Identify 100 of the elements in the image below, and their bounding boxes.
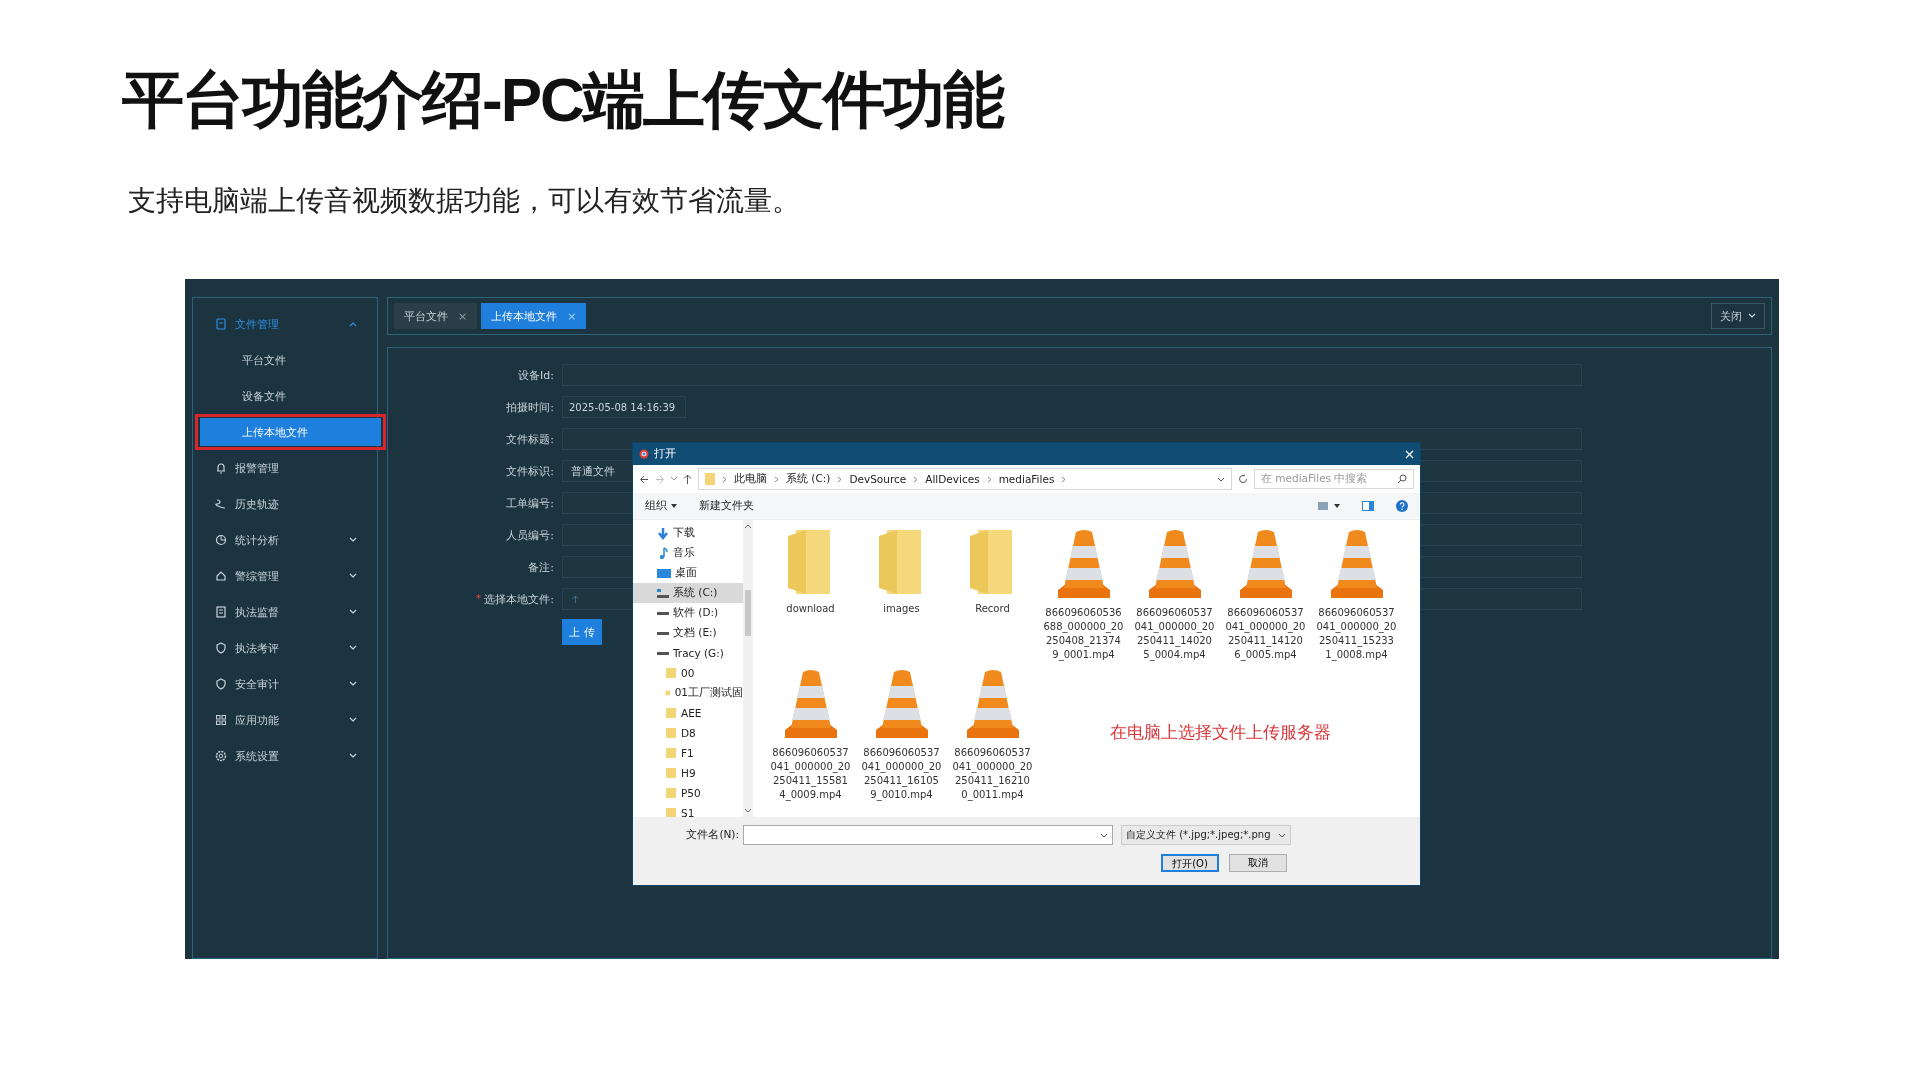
upload-icon	[571, 594, 580, 604]
file-item[interactable]: 866096060537041_000000_20250411_152331_0008.mp4	[1311, 522, 1402, 662]
sidebar-item[interactable]: 统计分析	[193, 522, 377, 558]
field-label: 工单编号:	[506, 495, 554, 511]
tab[interactable]: 平台文件 ×	[394, 303, 478, 329]
file-item[interactable]: 866096060536688_000000_20250408_213749_0001.mp4	[1038, 522, 1129, 662]
tab[interactable]: 上传本地文件 ×	[481, 303, 587, 329]
caret-down-icon	[1217, 476, 1225, 482]
back-arrow-icon	[639, 474, 649, 484]
nav-item[interactable]: H9	[633, 763, 743, 783]
nav-item[interactable]: 下载	[633, 523, 743, 543]
sidebar-item[interactable]: 文件管理	[193, 306, 377, 342]
slide-title: 平台功能介绍-PC端上传文件功能	[122, 64, 1003, 136]
route-icon	[215, 498, 227, 510]
grid-icon	[215, 714, 227, 726]
annotation-text: 在电脑上选择文件上传服务器	[1108, 720, 1332, 744]
caret-up-icon	[744, 524, 752, 529]
sidebar-subitem[interactable]: 设备文件	[200, 378, 370, 414]
chevron-icon	[774, 475, 779, 483]
sidebar-item[interactable]: 报警管理	[193, 450, 377, 486]
view-options-icon[interactable]	[1318, 502, 1340, 510]
file-item[interactable]: download	[765, 522, 856, 662]
field-label: 人员编号:	[506, 527, 554, 543]
file-item[interactable]: Record	[947, 522, 1038, 662]
nav-item[interactable]: 00	[633, 663, 743, 683]
chevron-icon	[837, 475, 843, 483]
nav-item[interactable]: F1	[633, 743, 743, 763]
sidebar-item[interactable]: 系统设置	[193, 738, 377, 774]
date-field[interactable]: 2025-05-08 14:16:39	[562, 396, 686, 418]
breadcrumb-item[interactable]: 系统 (C:)	[786, 472, 831, 486]
file-item[interactable]: 866096060537041_000000_20250411_141206_0005.mp4	[1220, 522, 1311, 662]
preview-pane-icon[interactable]	[1362, 501, 1374, 511]
chevron-icon	[1061, 475, 1067, 483]
nav-item[interactable]: 系统 (C:)	[633, 583, 743, 603]
field-label: 文件名(N):	[685, 828, 740, 842]
folder-icon	[665, 667, 677, 679]
organize-menu[interactable]: 组织	[645, 499, 677, 513]
close-menu-button[interactable]: 关闭	[1711, 303, 1765, 329]
close-icon[interactable]	[1405, 449, 1414, 459]
drive-icon	[657, 651, 669, 655]
field-label: 拍摄时间:	[506, 399, 554, 415]
slide-subtitle: 支持电脑端上传音视频数据功能，可以有效节省流量。	[128, 184, 800, 218]
dialog-button[interactable]: 取消	[1229, 854, 1287, 872]
caret-down-icon	[1100, 832, 1108, 838]
download-arrow-icon	[657, 526, 669, 540]
chevron-icon	[986, 475, 992, 483]
refresh-icon	[1238, 474, 1248, 484]
scrollbar[interactable]	[743, 520, 753, 817]
drive-icon	[657, 631, 669, 635]
caret-down-icon	[671, 504, 677, 508]
nav-item[interactable]: S1	[633, 803, 743, 817]
house-icon	[215, 570, 227, 582]
close-icon[interactable]: ×	[458, 309, 468, 323]
nav-item[interactable]: Tracy (G:)	[633, 643, 743, 663]
breadcrumb-item[interactable]: AllDevices	[925, 473, 980, 485]
file-type-dropdown[interactable]: 自定义文件 (*.jpg;*.jpeg;*.png	[1121, 825, 1291, 845]
drive-icon	[657, 611, 669, 615]
sidebar-item[interactable]: 安全审计	[193, 666, 377, 702]
folder-icon	[665, 767, 677, 779]
file-item[interactable]: 866096060537041_000000_20250411_162100_0011.mp4	[947, 662, 1038, 802]
toolbar-button[interactable]: 新建文件夹	[699, 499, 754, 513]
nav-item[interactable]: 软件 (D:)	[633, 603, 743, 623]
field-label: 备注:	[528, 559, 554, 575]
nav-item[interactable]: P50	[633, 783, 743, 803]
nav-item[interactable]: D8	[633, 723, 743, 743]
nav-item[interactable]: AEE	[633, 703, 743, 723]
filename-field[interactable]	[743, 825, 1113, 845]
desktop-icon	[657, 567, 671, 579]
breadcrumb-item[interactable]: DevSource	[849, 473, 907, 485]
required-mark: *	[475, 591, 482, 607]
nav-item[interactable]: 桌面	[633, 563, 743, 583]
file-item[interactable]: 866096060537041_000000_20250411_140205_0004.mp4	[1129, 522, 1220, 662]
sidebar-item[interactable]: 历史轨迹	[193, 486, 377, 522]
sidebar-item[interactable]: 应用功能	[193, 702, 377, 738]
breadcrumb-item[interactable]: 此电脑	[734, 472, 767, 486]
breadcrumb-item[interactable]: mediaFiles	[998, 473, 1055, 485]
nav-item[interactable]: 01工厂测试固	[633, 683, 743, 703]
dialog-button[interactable]: 打开(O)	[1161, 854, 1219, 872]
nav-item[interactable]: 音乐	[633, 543, 743, 563]
file-item[interactable]: images	[856, 522, 947, 662]
file-item[interactable]: 866096060537041_000000_20250411_161059_0010.mp4	[856, 662, 947, 802]
shield-icon	[215, 642, 227, 654]
search-icon	[1397, 474, 1407, 484]
field-label: 文件标题:	[506, 431, 554, 447]
sidebar-subitem[interactable]: 平台文件	[200, 342, 370, 378]
folder-icon	[665, 727, 677, 739]
folder-icon	[705, 473, 715, 485]
file-item[interactable]: 866096060537041_000000_20250411_155814_0009.mp4	[765, 662, 856, 802]
sidebar-item[interactable]: 执法监督	[193, 594, 377, 630]
field-label: 选择本地文件:	[484, 591, 554, 607]
pie-chart-icon	[215, 534, 227, 546]
up-arrow-icon	[683, 474, 692, 484]
upload-button[interactable]: 上 传	[562, 619, 602, 645]
nav-item[interactable]: 文档 (E:)	[633, 623, 743, 643]
address-bar[interactable]: 此电脑 系统 (C:) DevSource AllDevices mediaFiles	[698, 468, 1232, 490]
sidebar-item[interactable]: 警综管理	[193, 558, 377, 594]
sidebar-item[interactable]: 执法考评	[193, 630, 377, 666]
sidebar-subitem[interactable]: 上传本地文件	[200, 418, 381, 446]
help-icon[interactable]	[1396, 500, 1408, 512]
caret-down-icon	[1278, 832, 1286, 838]
